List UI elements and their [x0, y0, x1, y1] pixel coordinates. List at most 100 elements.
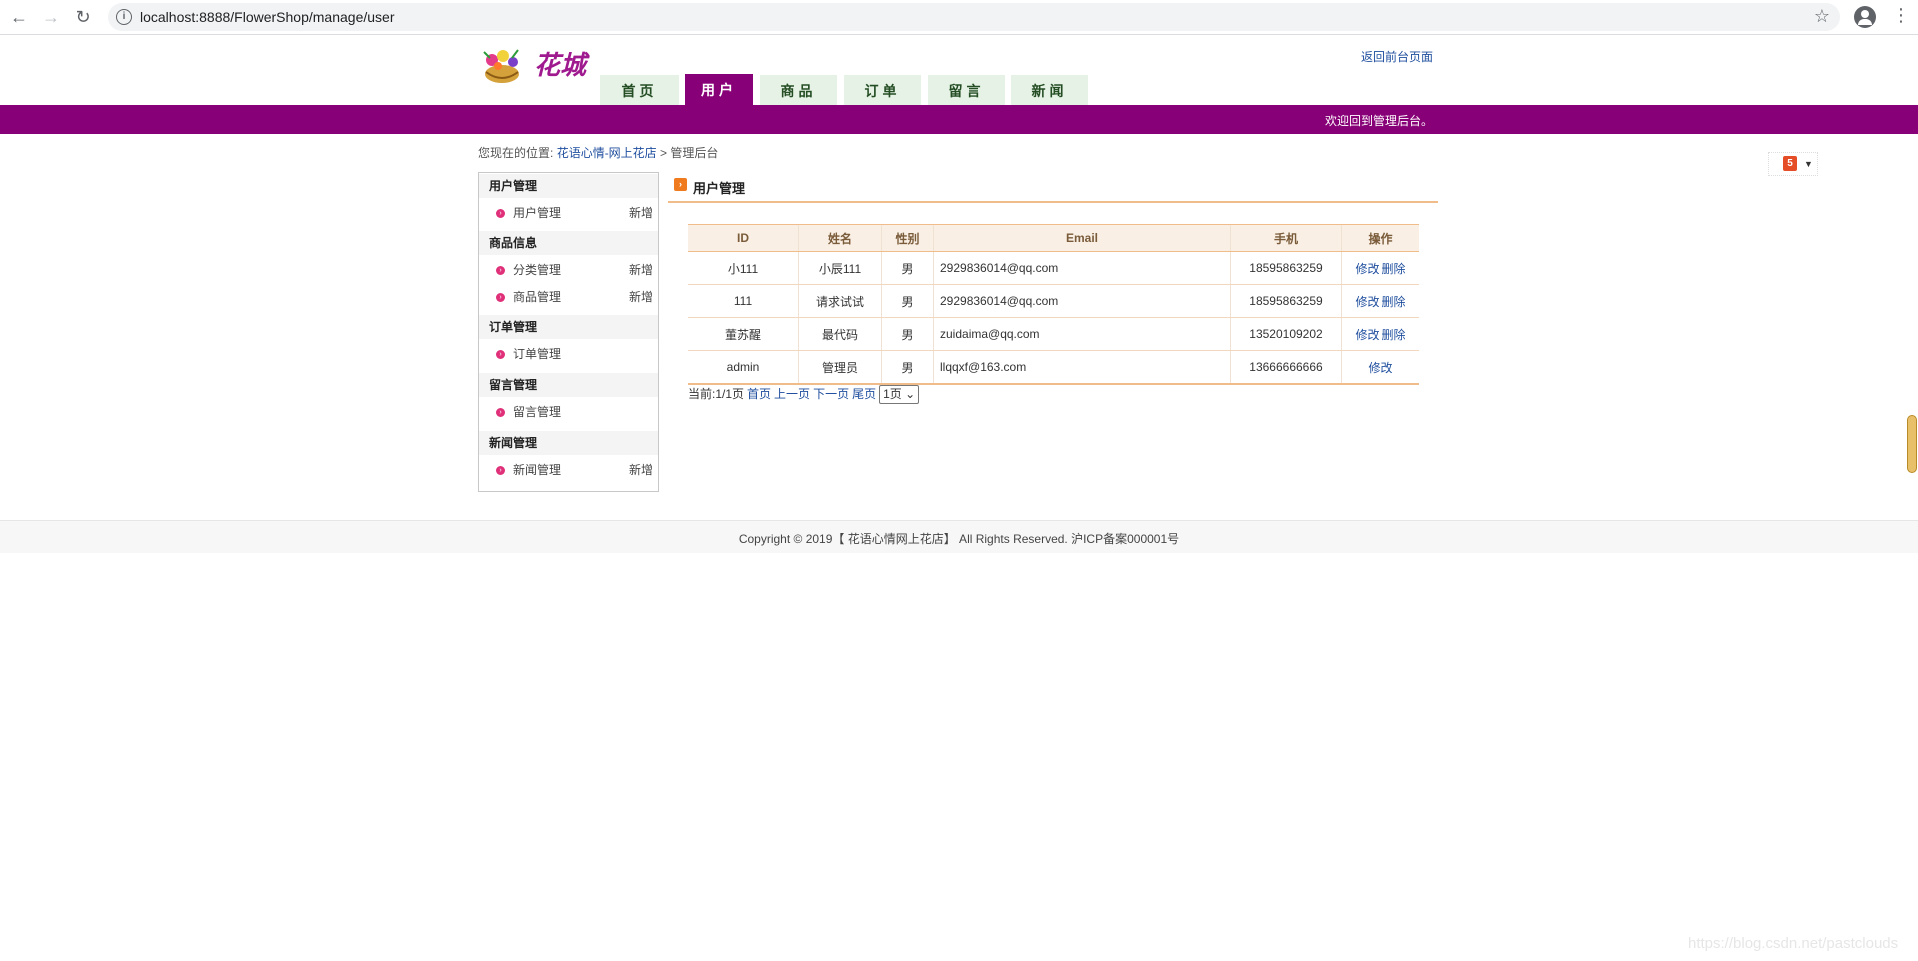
- tab-home[interactable]: 首页: [600, 75, 679, 105]
- arrow-bullet-icon: ›: [496, 466, 505, 475]
- browser-toolbar: ← → ↻ i localhost:8888/FlowerShop/manage…: [0, 0, 1918, 35]
- sidebar-item-label[interactable]: 订单管理: [513, 341, 561, 368]
- sidebar-item-user-manage[interactable]: › 用户管理 新增: [479, 200, 658, 227]
- sidebar-item-label[interactable]: 留言管理: [513, 399, 561, 426]
- arrow-bullet-icon: ›: [496, 293, 505, 302]
- info-icon[interactable]: i: [116, 9, 132, 25]
- edit-link[interactable]: 修改: [1355, 262, 1379, 276]
- sidebar-item-label[interactable]: 用户管理: [513, 200, 561, 227]
- delete-link[interactable]: 删除: [1382, 328, 1406, 342]
- cell-actions: 修改 删除: [1341, 284, 1419, 318]
- cell-email: 2929836014@qq.com: [933, 284, 1231, 318]
- arrow-bullet-icon: ›: [496, 408, 505, 417]
- sidebar-item-order-manage[interactable]: › 订单管理: [479, 341, 658, 368]
- welcome-text: 欢迎回到管理后台。: [1324, 114, 1433, 128]
- cell-phone: 18595863259: [1230, 284, 1342, 318]
- address-bar[interactable]: i localhost:8888/FlowerShop/manage/user …: [108, 3, 1840, 31]
- table-row: 小111 小辰111 男 2929836014@qq.com 185958632…: [688, 251, 1419, 285]
- pager-last-link[interactable]: 尾页: [852, 387, 876, 401]
- tab-orders[interactable]: 订单: [844, 75, 921, 105]
- edit-link[interactable]: 修改: [1368, 361, 1392, 375]
- cell-phone: 18595863259: [1230, 251, 1342, 285]
- sidebar-item-category-manage[interactable]: › 分类管理 新增: [479, 257, 658, 284]
- cell-actions: 修改 删除: [1341, 317, 1419, 351]
- sidebar-item-news-manage[interactable]: › 新闻管理 新增: [479, 457, 658, 484]
- return-frontend-link[interactable]: 返回前台页面: [1361, 48, 1433, 65]
- cell-phone: 13666666666: [1230, 350, 1342, 385]
- html5-badge[interactable]: 5 ▼: [1768, 152, 1818, 176]
- sidebar-section-title: 新闻管理: [479, 431, 658, 455]
- logo-text: 花城: [534, 51, 590, 81]
- sidebar-item-label[interactable]: 分类管理: [513, 257, 561, 284]
- copyright-text: Copyright © 2019【 花语心情网上花店】 All Rights R…: [738, 532, 1180, 546]
- pager-first-link[interactable]: 首页: [747, 387, 771, 401]
- col-email: Email: [933, 224, 1231, 252]
- html5-icon: 5: [1783, 156, 1797, 171]
- tab-messages[interactable]: 留言: [928, 75, 1005, 105]
- breadcrumb: 您现在的位置: 花语心情-网上花店 > 管理后台: [478, 144, 718, 161]
- cell-email: zuidaima@qq.com: [933, 317, 1231, 351]
- breadcrumb-prefix: 您现在的位置:: [478, 146, 554, 160]
- breadcrumb-separator: >: [660, 146, 668, 160]
- page-scrollbar[interactable]: [1907, 415, 1917, 473]
- footer: Copyright © 2019【 花语心情网上花店】 All Rights R…: [0, 520, 1918, 553]
- breadcrumb-current: 管理后台: [670, 146, 719, 160]
- delete-link[interactable]: 删除: [1382, 295, 1406, 309]
- cell-name: 小辰111: [798, 251, 882, 285]
- table-row: 111 请求试试 男 2929836014@qq.com 18595863259…: [688, 284, 1419, 318]
- sidebar-add-link[interactable]: 新增: [629, 457, 653, 484]
- sidebar-add-link[interactable]: 新增: [629, 200, 653, 227]
- forward-icon[interactable]: →: [40, 6, 62, 28]
- site-logo[interactable]: 花城: [478, 44, 596, 86]
- back-icon[interactable]: ←: [8, 6, 30, 28]
- watermark: https://blog.csdn.net/pastclouds: [1688, 935, 1899, 952]
- sidebar-item-label[interactable]: 新闻管理: [513, 457, 561, 484]
- cell-email: llqqxf@163.com: [933, 350, 1231, 385]
- sidebar-section-title: 商品信息: [479, 231, 658, 255]
- sidebar-item-product-manage[interactable]: › 商品管理 新增: [479, 284, 658, 311]
- pager-current: 当前:1/1页: [688, 387, 745, 401]
- cell-gender: 男: [881, 251, 934, 285]
- page-select[interactable]: 1页 ⌄: [879, 385, 920, 405]
- col-id: ID: [688, 224, 799, 252]
- cell-id: admin: [688, 350, 799, 385]
- sidebar-section-title: 留言管理: [479, 373, 658, 397]
- profile-avatar-icon[interactable]: [1854, 6, 1876, 28]
- tab-users[interactable]: 用户: [685, 74, 753, 105]
- tab-news[interactable]: 新闻: [1011, 75, 1088, 105]
- arrow-bullet-icon: ›: [496, 266, 505, 275]
- page-title: 用户管理: [693, 181, 746, 196]
- pager-next-link[interactable]: 下一页: [813, 387, 849, 401]
- sidebar-section-title: 用户管理: [479, 174, 658, 198]
- tab-products[interactable]: 商品: [760, 75, 837, 105]
- cell-name: 管理员: [798, 350, 882, 385]
- cell-name: 请求试试: [798, 284, 882, 318]
- col-phone: 手机: [1230, 224, 1342, 252]
- section-arrow-icon: ›: [674, 178, 687, 191]
- cell-actions: 修改: [1341, 350, 1419, 385]
- cell-id: 111: [688, 284, 799, 318]
- address-url[interactable]: localhost:8888/FlowerShop/manage/user: [140, 9, 395, 25]
- breadcrumb-home-link[interactable]: 花语心情-网上花店: [557, 146, 657, 160]
- browser-menu-icon[interactable]: ⋮: [1892, 5, 1910, 26]
- cell-id: 董苏醒: [688, 317, 799, 351]
- reload-icon[interactable]: ↻: [72, 6, 94, 28]
- table-row: admin 管理员 男 llqqxf@163.com 13666666666 修…: [688, 350, 1419, 385]
- bookmark-star-icon[interactable]: ☆: [1814, 6, 1830, 27]
- sidebar-add-link[interactable]: 新增: [629, 257, 653, 284]
- content-header: › 用户管理: [668, 175, 1438, 203]
- pagination: 当前:1/1页 首页 上一页 下一页 尾页 1页 ⌄: [688, 385, 920, 405]
- pager-prev-link[interactable]: 上一页: [774, 387, 810, 401]
- cell-phone: 13520109202: [1230, 317, 1342, 351]
- sidebar-add-link[interactable]: 新增: [629, 284, 653, 311]
- delete-link[interactable]: 删除: [1382, 262, 1406, 276]
- edit-link[interactable]: 修改: [1355, 328, 1379, 342]
- sidebar-item-label[interactable]: 商品管理: [513, 284, 561, 311]
- sidebar: 用户管理 › 用户管理 新增 商品信息 › 分类管理 新增 › 商品管理 新增 …: [478, 172, 659, 492]
- edit-link[interactable]: 修改: [1355, 295, 1379, 309]
- cell-name: 最代码: [798, 317, 882, 351]
- caret-down-icon[interactable]: ▼: [1804, 159, 1813, 169]
- cell-gender: 男: [881, 350, 934, 385]
- cell-id: 小111: [688, 251, 799, 285]
- sidebar-item-message-manage[interactable]: › 留言管理: [479, 399, 658, 426]
